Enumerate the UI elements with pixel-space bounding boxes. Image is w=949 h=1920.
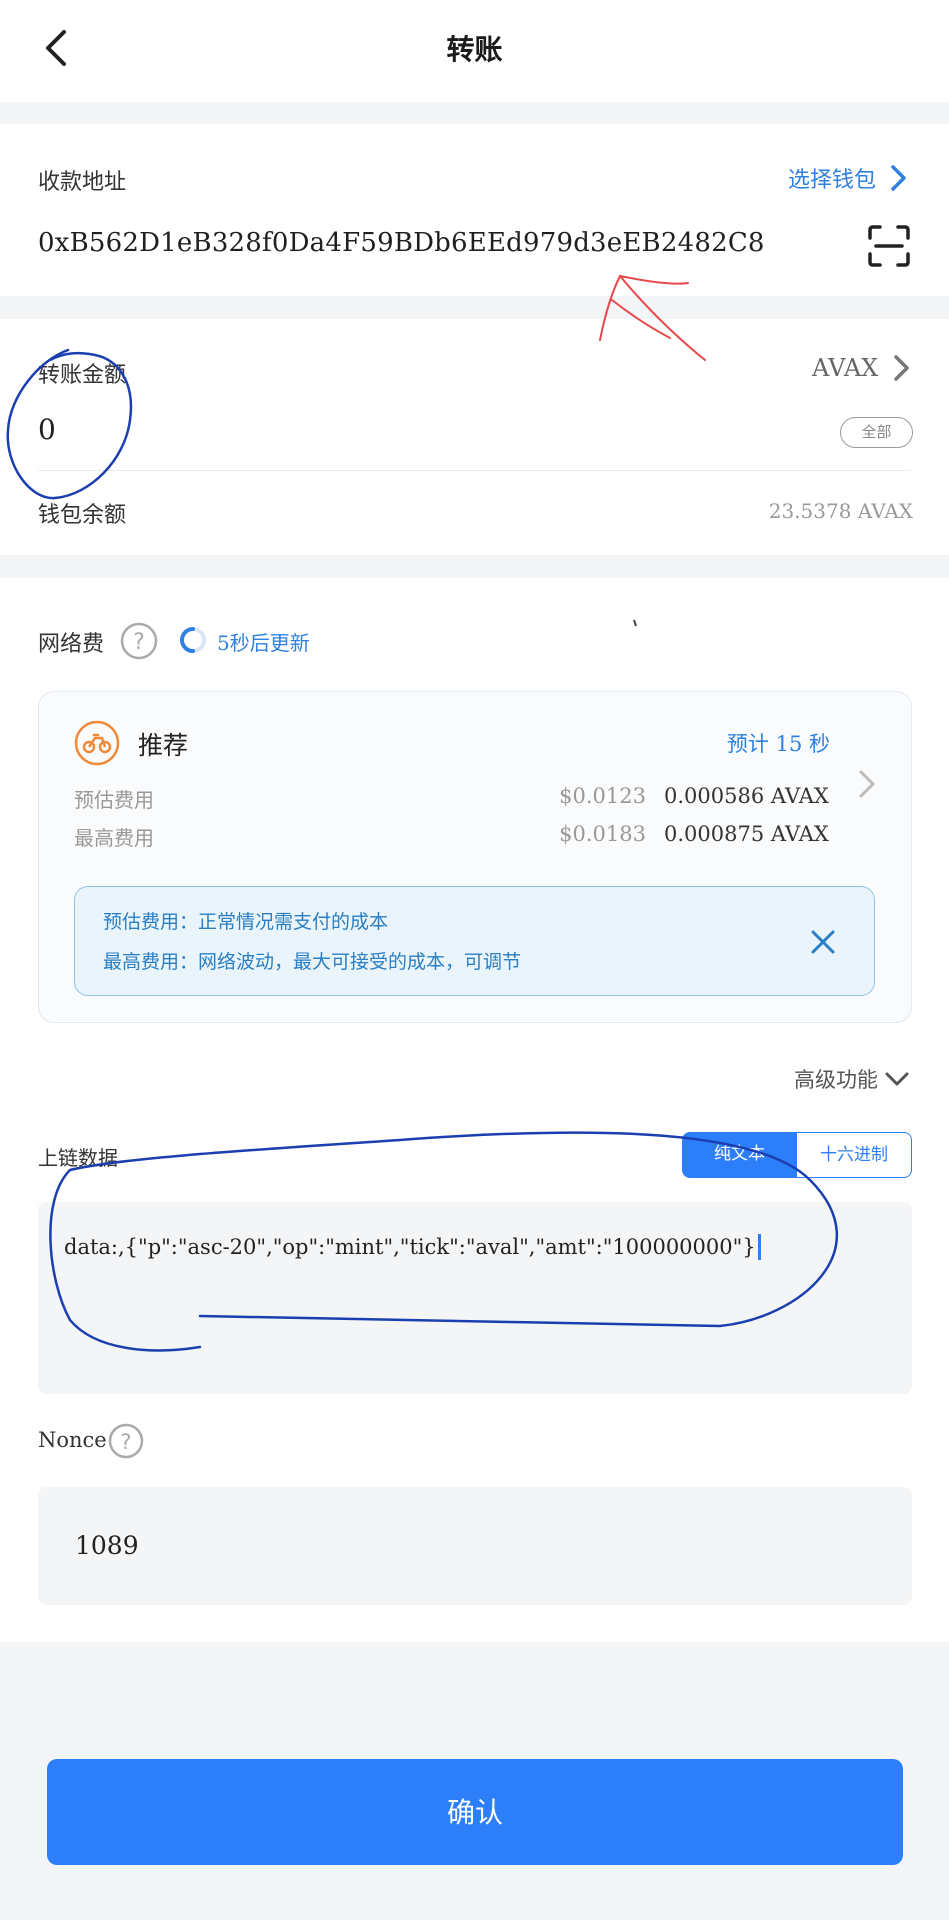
amount-label: 转账金额	[38, 363, 127, 388]
chevron-right-icon	[891, 165, 906, 191]
estimated-fee-usd: $0.0123	[559, 784, 646, 808]
fee-plan-eta: 预计 15 秒	[726, 732, 830, 756]
tab-plain-text[interactable]: 纯文本	[682, 1132, 797, 1178]
recipient-address-input[interactable]: 0xB562D1eB328f0Da4F59BDb6EEd979d3eEB2482…	[38, 228, 765, 258]
balance-label: 钱包余额	[38, 503, 127, 528]
text-cursor	[757, 1234, 761, 1260]
max-fee-usd: $0.0183	[559, 822, 646, 846]
refresh-countdown: 5秒后更新	[217, 631, 310, 655]
advanced-label: 高级功能	[794, 1068, 878, 1092]
select-wallet-label: 选择钱包	[788, 168, 877, 193]
estimated-fee-label: 预估费用	[74, 788, 154, 812]
balance-value: 23.5378 AVAX	[768, 499, 913, 523]
chevron-right-icon	[859, 770, 875, 798]
token-symbol: AVAX	[812, 354, 879, 382]
recipient-label: 收款地址	[38, 170, 127, 195]
divider	[38, 470, 911, 471]
chain-data-input[interactable]: data:,{"p":"asc-20","op":"mint","tick":"…	[38, 1202, 912, 1394]
close-icon[interactable]	[810, 929, 836, 955]
help-icon[interactable]: ?	[119, 621, 159, 661]
bicycle-icon	[74, 720, 120, 766]
max-fee-avax: 0.000875 AVAX	[664, 822, 829, 846]
nonce-value: 1089	[75, 1531, 139, 1560]
amount-card: 转账金额 AVAX 0 全部 钱包余额 23.5378 AVAX	[0, 319, 949, 555]
confirm-button[interactable]: 确认	[47, 1759, 903, 1865]
fee-info-box: 预估费用：正常情况需支付的成本 最高费用：网络波动，最大可接受的成本，可调节	[74, 886, 875, 996]
token-selector[interactable]: AVAX	[812, 353, 912, 383]
select-wallet-link[interactable]: 选择钱包	[788, 162, 910, 194]
chevron-down-icon	[885, 1072, 909, 1086]
all-amount-button[interactable]: 全部	[840, 417, 913, 448]
chevron-right-icon	[894, 355, 910, 381]
chain-data-value: data:,{"p":"asc-20","op":"mint","tick":"…	[64, 1235, 756, 1259]
page-title: 转账	[446, 33, 503, 66]
estimated-fee-avax: 0.000586 AVAX	[664, 784, 829, 808]
chain-data-label: 上链数据	[38, 1146, 118, 1170]
nonce-input[interactable]: 1089	[38, 1487, 912, 1605]
network-fee-label: 网络费	[38, 632, 105, 657]
tab-hex[interactable]: 十六进制	[797, 1132, 912, 1178]
help-icon[interactable]: ?	[107, 1422, 145, 1460]
svg-text:?: ?	[120, 1430, 131, 1454]
svg-text:?: ?	[133, 630, 145, 655]
recipient-card: 收款地址 选择钱包	[0, 124, 949, 296]
nonce-label: Nonce	[38, 1428, 107, 1452]
info-line-max: 最高费用：网络波动，最大可接受的成本，可调节	[103, 951, 522, 973]
header-bar: 转账	[0, 0, 949, 102]
max-fee-label: 最高费用	[74, 826, 154, 850]
amount-input[interactable]: 0	[38, 413, 56, 446]
advanced-toggle[interactable]: 高级功能	[794, 1064, 910, 1094]
scan-qr-icon[interactable]	[866, 224, 912, 268]
info-line-estimated: 预估费用：正常情况需支付的成本	[103, 911, 389, 933]
fee-plan-name: 推荐	[138, 731, 189, 760]
refresh-spinner-icon	[180, 627, 206, 653]
